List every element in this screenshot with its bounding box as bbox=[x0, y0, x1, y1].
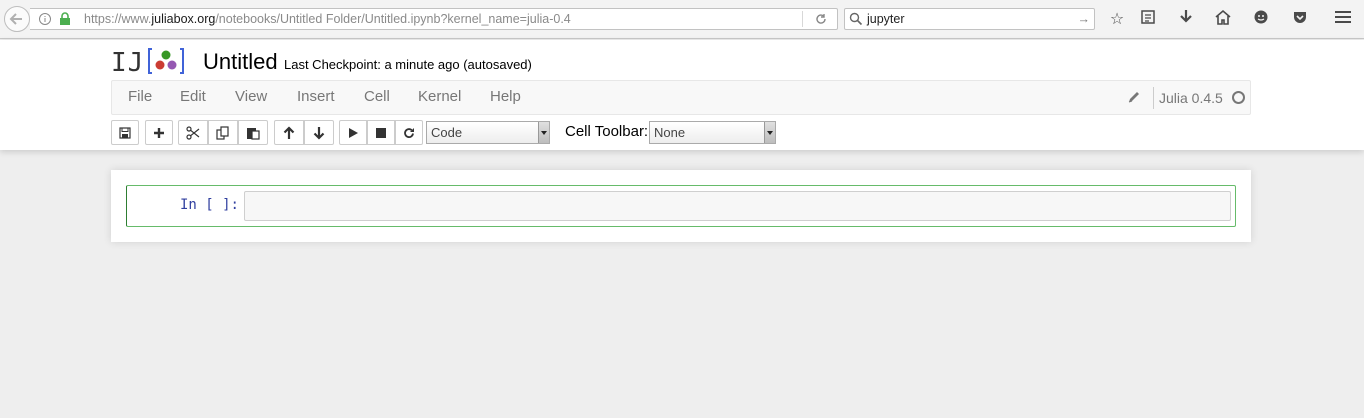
menu-help[interactable]: Help bbox=[490, 88, 521, 105]
floppy-disk-icon bbox=[119, 126, 131, 139]
kernel-divider bbox=[1153, 87, 1154, 109]
cell-type-value: Code bbox=[431, 125, 463, 140]
refresh-icon bbox=[404, 127, 414, 138]
menu-kernel[interactable]: Kernel bbox=[418, 88, 461, 105]
edit-mode-pencil-icon bbox=[1126, 89, 1142, 105]
main-toolbar: Code Cell Toolbar: None bbox=[111, 120, 1251, 146]
move-cell-down-button[interactable] bbox=[304, 120, 334, 145]
arrow-up-icon bbox=[283, 125, 295, 139]
search-bar[interactable]: jupyter → bbox=[844, 8, 1095, 30]
lock-icon bbox=[58, 9, 72, 29]
cell-toolbar-value: None bbox=[654, 125, 686, 140]
arrow-down-icon bbox=[313, 126, 325, 140]
scissors-icon bbox=[186, 125, 200, 140]
restart-kernel-button[interactable] bbox=[395, 120, 423, 145]
url-path: /notebooks/Untitled Folder/Untitled.ipyn… bbox=[215, 12, 571, 26]
input-prompt: In [ ]: bbox=[179, 197, 239, 213]
paste-button[interactable] bbox=[238, 120, 268, 145]
notebook-container: In [ ]: bbox=[111, 170, 1251, 242]
notebook-title[interactable]: Untitled bbox=[203, 49, 278, 75]
menu-cell[interactable]: Cell bbox=[364, 88, 390, 105]
ijulia-logo[interactable]: IJ bbox=[111, 46, 185, 78]
play-icon bbox=[349, 127, 358, 138]
chevron-down-icon bbox=[764, 122, 775, 143]
run-cell-button[interactable] bbox=[339, 120, 367, 145]
move-cell-up-button[interactable] bbox=[274, 120, 304, 145]
menu-file[interactable]: File bbox=[128, 88, 152, 105]
browser-toolbar: https://www.juliabox.org/notebooks/Untit… bbox=[0, 0, 1364, 39]
back-arrow-icon bbox=[9, 13, 22, 25]
back-button[interactable] bbox=[4, 6, 30, 32]
notebook-header: IJ Untitled Last Checkpoint: a minute ag… bbox=[0, 40, 1364, 150]
url-text: https://www.juliabox.org/notebooks/Untit… bbox=[84, 9, 571, 29]
menu-edit[interactable]: Edit bbox=[180, 88, 206, 105]
save-button[interactable] bbox=[111, 120, 139, 145]
hello-smiley-icon[interactable] bbox=[1250, 9, 1272, 31]
cut-button[interactable] bbox=[178, 120, 208, 145]
search-icon bbox=[849, 12, 863, 32]
interrupt-kernel-button[interactable] bbox=[367, 120, 395, 145]
reading-list-icon[interactable] bbox=[1137, 9, 1159, 31]
kernel-name: Julia 0.4.5 bbox=[1159, 90, 1223, 106]
clipboard-icon bbox=[247, 127, 260, 140]
code-cell-input[interactable] bbox=[244, 191, 1231, 221]
url-host: juliabox.org bbox=[151, 12, 216, 26]
bookmark-star-icon[interactable]: ☆ bbox=[1106, 9, 1128, 31]
plus-icon bbox=[154, 127, 164, 138]
reload-icon[interactable] bbox=[810, 9, 832, 29]
address-bar[interactable]: https://www.juliabox.org/notebooks/Untit… bbox=[30, 8, 838, 30]
pocket-icon[interactable] bbox=[1289, 9, 1311, 31]
cell-type-select[interactable]: Code bbox=[426, 121, 550, 144]
site-info-icon[interactable] bbox=[38, 9, 52, 29]
menu-view[interactable]: View bbox=[235, 88, 267, 105]
checkpoint-status: Last Checkpoint: a minute ago (autosaved… bbox=[284, 57, 532, 72]
copy-icon bbox=[216, 125, 229, 140]
julia-dots-icon bbox=[148, 48, 184, 74]
url-prefix: https://www. bbox=[84, 12, 152, 26]
insert-cell-button[interactable] bbox=[145, 120, 173, 145]
logo-text: IJ bbox=[111, 48, 145, 78]
search-query: jupyter bbox=[867, 12, 905, 26]
stop-icon bbox=[376, 127, 386, 138]
urlbar-divider bbox=[802, 11, 803, 27]
home-icon[interactable] bbox=[1212, 9, 1234, 31]
download-icon[interactable] bbox=[1175, 9, 1197, 31]
cell-toolbar-label: Cell Toolbar: bbox=[565, 123, 649, 140]
hamburger-menu-icon[interactable] bbox=[1332, 9, 1354, 31]
search-go-icon[interactable]: → bbox=[1078, 9, 1091, 29]
chevron-down-icon bbox=[538, 122, 549, 143]
code-cell[interactable]: In [ ]: bbox=[126, 185, 1236, 227]
kernel-idle-indicator-icon bbox=[1232, 91, 1245, 104]
menu-insert[interactable]: Insert bbox=[297, 88, 335, 105]
copy-button[interactable] bbox=[208, 120, 238, 145]
cell-toolbar-select[interactable]: None bbox=[649, 121, 776, 144]
menubar: File Edit View Insert Cell Kernel Help J… bbox=[111, 80, 1251, 115]
